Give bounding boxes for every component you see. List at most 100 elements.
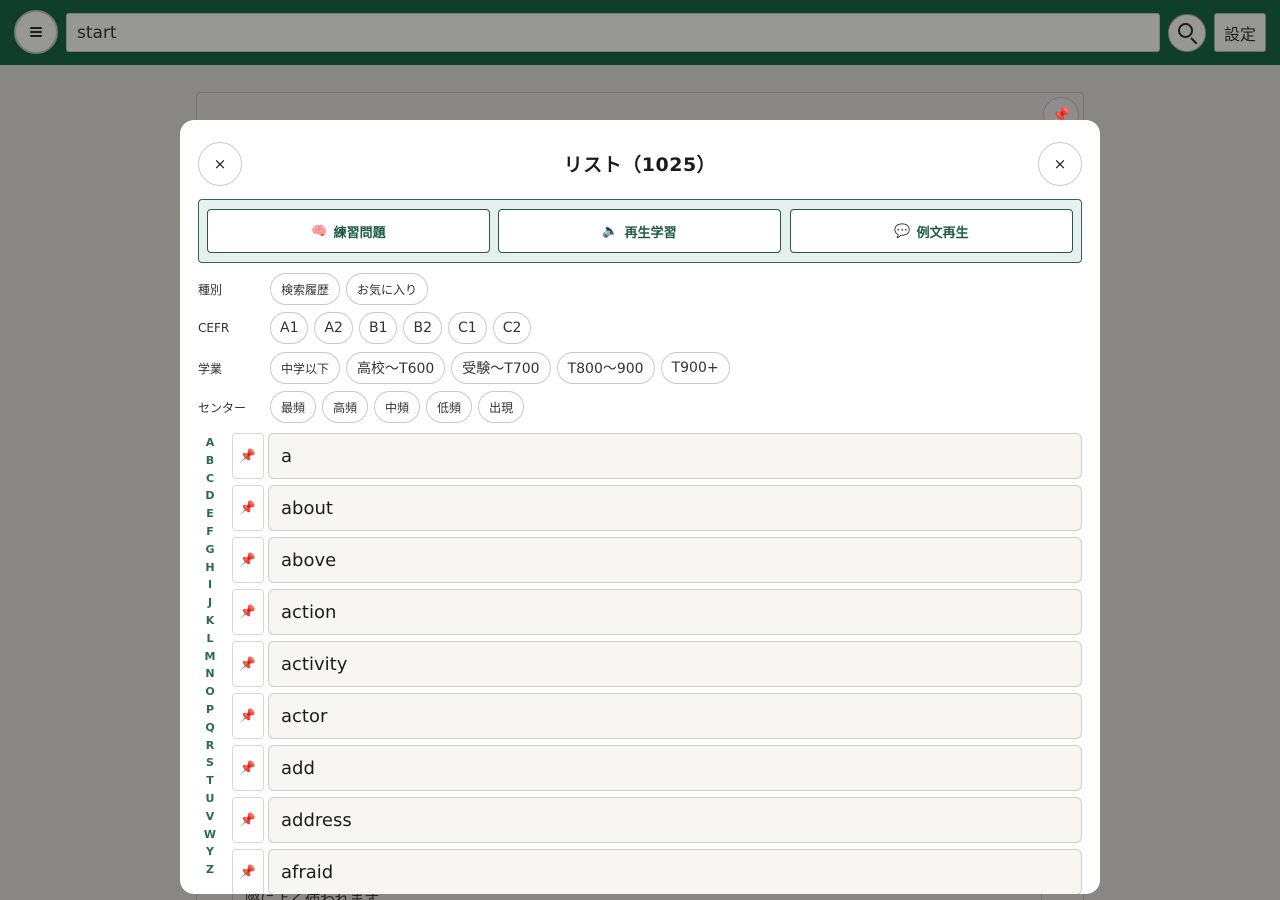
chip-c2[interactable]: C2 — [492, 312, 532, 344]
menu-button[interactable] — [14, 10, 58, 54]
chip-t900-plus[interactable]: T900+ — [660, 352, 730, 384]
word-item[interactable]: a — [268, 433, 1082, 479]
pin-icon: 📌 — [239, 552, 257, 568]
pin-button[interactable]: 📌 — [232, 745, 264, 791]
chip-exam[interactable]: 受験〜T700 — [451, 352, 551, 384]
top-bar: start 設定 — [0, 0, 1280, 65]
speech-bubble-icon: 💬 — [894, 223, 911, 239]
pin-icon: 📌 — [239, 760, 257, 776]
alpha-link[interactable]: R — [202, 737, 218, 755]
alpha-link[interactable]: E — [202, 505, 218, 523]
filter-label: 学業 — [198, 361, 223, 376]
pin-button[interactable]: 📌 — [232, 589, 264, 635]
list-item: 📌 about — [232, 485, 1082, 537]
list-item: 📌 afraid — [232, 849, 1082, 894]
alpha-link[interactable]: Q — [202, 719, 218, 737]
hamburger-icon — [30, 27, 42, 37]
list-item: 📌 actor — [232, 693, 1082, 745]
chip-a2[interactable]: A2 — [314, 312, 353, 344]
alphabet-index: A B C D E F G H I J K L M N O P Q R S T … — [202, 434, 218, 879]
speaker-icon: 🔈 — [602, 223, 619, 239]
example-playback-button[interactable]: 💬 例文再生 — [790, 209, 1073, 253]
alpha-link[interactable]: S — [202, 754, 218, 772]
word-item[interactable]: about — [268, 485, 1082, 531]
alpha-link[interactable]: C — [202, 470, 218, 488]
pin-icon: 📌 — [239, 656, 257, 672]
word-item[interactable]: address — [268, 797, 1082, 843]
pin-icon: 📌 — [239, 864, 257, 880]
alpha-link[interactable]: A — [202, 434, 218, 452]
chip-mid-frequent[interactable]: 中頻 — [374, 391, 421, 423]
chip-favorites[interactable]: お気に入り — [346, 273, 429, 305]
chip-high-school[interactable]: 高校〜T600 — [346, 352, 446, 384]
list-item: 📌 activity — [232, 641, 1082, 693]
chip-b1[interactable]: B1 — [358, 312, 398, 344]
word-item[interactable]: above — [268, 537, 1082, 583]
alpha-link[interactable]: N — [202, 665, 218, 683]
search-button[interactable] — [1168, 14, 1206, 52]
alpha-link[interactable]: T — [202, 772, 218, 790]
chip-low-frequent[interactable]: 低頻 — [426, 391, 473, 423]
alpha-link[interactable]: K — [202, 612, 218, 630]
filter-row-academic: 学業 中学以下 高校〜T600 受験〜T700 T800〜900 T900+ — [198, 352, 736, 384]
pin-button[interactable]: 📌 — [232, 693, 264, 739]
filter-label: CEFR — [198, 321, 230, 335]
pin-button[interactable]: 📌 — [232, 641, 264, 687]
alpha-link[interactable]: D — [202, 487, 218, 505]
word-item[interactable]: action — [268, 589, 1082, 635]
pin-button[interactable]: 📌 — [232, 485, 264, 531]
search-icon — [1178, 23, 1193, 38]
pin-button[interactable]: 📌 — [232, 537, 264, 583]
close-button-right[interactable]: × — [1038, 142, 1082, 186]
chip-b2[interactable]: B2 — [403, 312, 442, 344]
chip-junior-high[interactable]: 中学以下 — [270, 352, 341, 384]
word-item[interactable]: afraid — [268, 849, 1082, 894]
list-modal: × リスト（1025） × 🧠 練習問題 🔈 再生学習 💬 例文再生 種別 検索… — [180, 120, 1100, 894]
chip-high-frequent[interactable]: 高頻 — [322, 391, 369, 423]
chip-appearance[interactable]: 出現 — [478, 391, 525, 423]
alpha-link[interactable]: W — [202, 826, 218, 844]
word-item[interactable]: actor — [268, 693, 1082, 739]
practice-button[interactable]: 🧠 練習問題 — [207, 209, 490, 253]
alpha-link[interactable]: Y — [202, 843, 218, 861]
pin-icon: 📌 — [239, 448, 257, 464]
pin-icon: 📌 — [239, 708, 257, 724]
filter-row-center: センター 最頻 高頻 中頻 低頻 出現 — [198, 391, 530, 423]
pin-icon: 📌 — [239, 604, 257, 620]
word-item[interactable]: activity — [268, 641, 1082, 687]
pin-button[interactable]: 📌 — [232, 849, 264, 894]
alpha-link[interactable]: O — [202, 683, 218, 701]
alpha-link[interactable]: L — [202, 630, 218, 648]
alpha-link[interactable]: F — [202, 523, 218, 541]
chip-t800-900[interactable]: T800〜900 — [556, 352, 655, 384]
action-panel: 🧠 練習問題 🔈 再生学習 💬 例文再生 — [198, 199, 1082, 263]
alpha-link[interactable]: M — [202, 648, 218, 666]
alpha-link[interactable]: G — [202, 541, 218, 559]
word-list: 📌 a 📌 about 📌 above 📌 action 📌 activity … — [232, 433, 1082, 894]
alpha-link[interactable]: B — [202, 452, 218, 470]
filter-label: センター — [198, 400, 247, 415]
alpha-link[interactable]: J — [202, 594, 218, 612]
playback-study-label: 再生学習 — [624, 225, 677, 241]
pin-button[interactable]: 📌 — [232, 433, 264, 479]
playback-study-button[interactable]: 🔈 再生学習 — [498, 209, 781, 253]
pin-button[interactable]: 📌 — [232, 797, 264, 843]
chip-c1[interactable]: C1 — [448, 312, 487, 344]
pin-icon: 📌 — [239, 500, 257, 516]
alpha-link[interactable]: Z — [202, 861, 218, 879]
alpha-link[interactable]: H — [202, 559, 218, 577]
alpha-link[interactable]: I — [202, 576, 218, 594]
alpha-link[interactable]: V — [202, 808, 218, 826]
chip-most-frequent[interactable]: 最頻 — [270, 391, 317, 423]
alpha-link[interactable]: P — [202, 701, 218, 719]
settings-button[interactable]: 設定 — [1214, 13, 1266, 52]
alpha-link[interactable]: U — [202, 790, 218, 808]
search-input[interactable]: start — [66, 13, 1160, 52]
list-item: 📌 a — [232, 433, 1082, 485]
chip-a1[interactable]: A1 — [270, 312, 309, 344]
filter-label: 種別 — [198, 282, 223, 297]
word-item[interactable]: add — [268, 745, 1082, 791]
example-playback-label: 例文再生 — [916, 225, 969, 241]
chip-search-history[interactable]: 検索履歴 — [270, 273, 341, 305]
list-item: 📌 add — [232, 745, 1082, 797]
